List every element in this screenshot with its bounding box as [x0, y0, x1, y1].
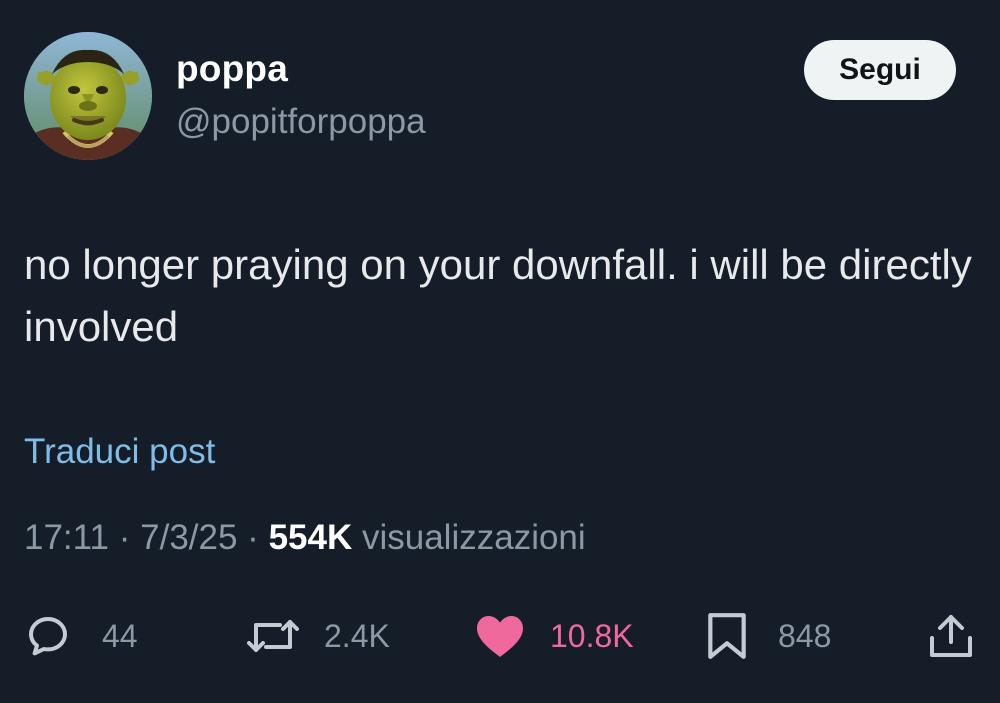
- reply-button[interactable]: 44: [24, 606, 138, 666]
- profile-avatar[interactable]: [24, 32, 152, 160]
- repost-icon: [247, 620, 299, 652]
- reply-icon: [29, 617, 67, 656]
- tweet-meta: 17:11 · 7/3/25 · 554K visualizzazioni: [24, 518, 586, 558]
- action-bar: 44 2.4K 10.8K 848: [0, 606, 1000, 666]
- tweet-time[interactable]: 17:11: [24, 518, 109, 557]
- meta-separator: ·: [247, 518, 259, 557]
- tweet-date[interactable]: 7/3/25: [140, 518, 237, 557]
- tweet-text: no longer praying on your downfall. i wi…: [24, 241, 972, 350]
- follow-button[interactable]: Segui: [804, 40, 956, 100]
- repost-count: 2.4K: [324, 617, 390, 654]
- like-count: 10.8K: [550, 617, 634, 654]
- share-icon: [930, 615, 972, 657]
- user-handle[interactable]: @popitforpoppa: [176, 102, 426, 142]
- tweet-card: poppa @popitforpoppa Segui no longer pra…: [0, 0, 1000, 703]
- bookmark-count: 848: [778, 617, 832, 654]
- translate-post-link[interactable]: Traduci post: [24, 432, 215, 472]
- views-label: visualizzazioni: [361, 518, 586, 557]
- avatar-image: [24, 32, 152, 160]
- display-name[interactable]: poppa: [176, 48, 288, 90]
- share-button[interactable]: [928, 606, 974, 666]
- bookmark-icon: [708, 613, 746, 659]
- repost-button[interactable]: 2.4K: [246, 606, 390, 666]
- bookmark-button[interactable]: 848: [706, 606, 831, 666]
- meta-separator: ·: [118, 518, 131, 557]
- like-button[interactable]: 10.8K: [474, 606, 634, 666]
- views-count: 554K: [268, 518, 353, 557]
- reply-count: 44: [102, 617, 138, 654]
- heart-icon: [477, 616, 523, 657]
